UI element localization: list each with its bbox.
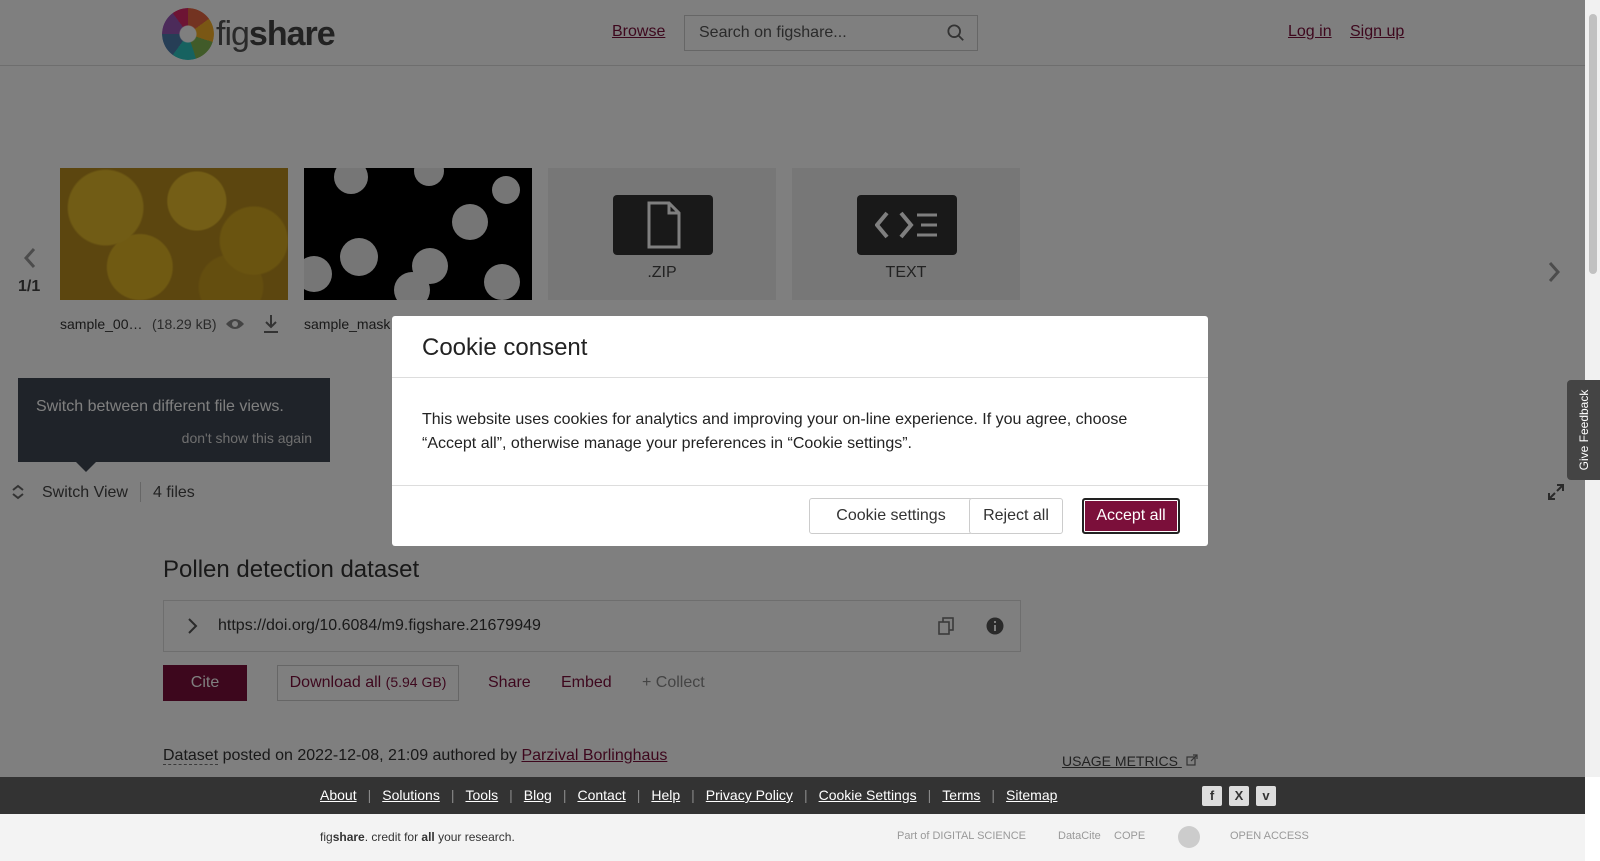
- open-access-logo[interactable]: OPEN ACCESS: [1230, 830, 1309, 842]
- footer-link-solutions[interactable]: Solutions: [382, 787, 440, 803]
- footer-links: About | Solutions | Tools | Blog | Contact | …: [320, 787, 1057, 803]
- footer-link-terms[interactable]: Terms: [942, 787, 980, 803]
- facebook-icon[interactable]: f: [1202, 786, 1222, 806]
- cookie-settings-button[interactable]: Cookie settings: [809, 498, 973, 534]
- cope-logo[interactable]: COPE: [1114, 830, 1145, 842]
- footer-link-tools[interactable]: Tools: [465, 787, 498, 803]
- footer-tagline: figshare. credit for all your research.: [320, 830, 515, 844]
- footer-link-contact[interactable]: Contact: [577, 787, 625, 803]
- tagline-part: all: [421, 830, 435, 844]
- footer-separator: |: [450, 787, 455, 803]
- footer-link-blog[interactable]: Blog: [524, 787, 552, 803]
- footer-separator: |: [367, 787, 372, 803]
- dialog-title: Cookie consent: [422, 334, 588, 361]
- datacite-logo[interactable]: DataCite: [1058, 830, 1101, 842]
- footer-separator: |: [562, 787, 567, 803]
- footer-links-bar: About | Solutions | Tools | Blog | Contact | …: [0, 777, 1585, 814]
- scrollbar-thumb[interactable]: [1589, 14, 1597, 274]
- footer-link-privacy[interactable]: Privacy Policy: [706, 787, 793, 803]
- footer-separator: |: [803, 787, 808, 803]
- footer-separator: |: [927, 787, 932, 803]
- give-feedback-label: Give Feedback: [1577, 389, 1591, 471]
- give-feedback-tab[interactable]: Give Feedback: [1567, 380, 1600, 480]
- footer-link-sitemap[interactable]: Sitemap: [1006, 787, 1057, 803]
- footer-bottom: figshare. credit for all your research. …: [0, 814, 1585, 861]
- dialog-body: This website uses cookies for analytics …: [422, 411, 1128, 452]
- footer-link-cookie-settings[interactable]: Cookie Settings: [819, 787, 917, 803]
- footer-separator: |: [636, 787, 641, 803]
- footer-separator: |: [691, 787, 695, 803]
- footer-link-about[interactable]: About: [320, 787, 357, 803]
- reject-all-button[interactable]: Reject all: [969, 498, 1063, 534]
- vimeo-icon[interactable]: v: [1256, 786, 1276, 806]
- cookie-consent-dialog: Cookie consent This website uses cookies…: [392, 316, 1208, 546]
- footer-link-help[interactable]: Help: [651, 787, 680, 803]
- digital-science-logo[interactable]: Part of DIGITAL SCIENCE: [897, 830, 1026, 842]
- tagline-part: . credit for: [364, 830, 422, 844]
- tagline-part: share: [332, 830, 365, 844]
- accept-all-button[interactable]: Accept all: [1082, 498, 1180, 534]
- footer-separator: |: [509, 787, 513, 803]
- footer-separator: |: [991, 787, 996, 803]
- tagline-part: your research.: [434, 830, 515, 844]
- tagline-part: fig: [320, 830, 333, 844]
- divider: [392, 377, 1208, 378]
- divider: [392, 485, 1208, 486]
- x-icon[interactable]: X: [1229, 786, 1249, 806]
- partner-seal-logo[interactable]: [1178, 826, 1200, 848]
